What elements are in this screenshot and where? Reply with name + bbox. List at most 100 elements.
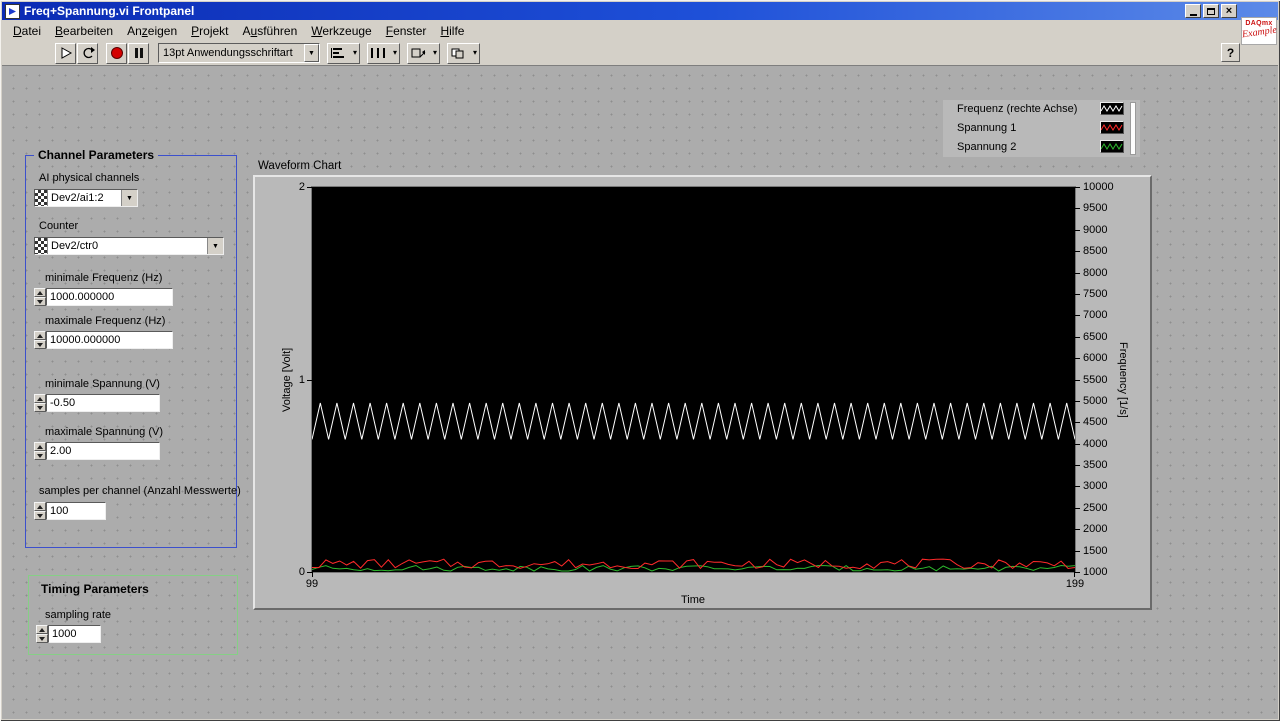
menu-werkzeuge[interactable]: Werkzeuge <box>304 22 378 40</box>
max-spannung-field[interactable]: 2.00 <box>46 442 160 460</box>
tick-mark <box>1075 551 1080 552</box>
tick-mark <box>1074 572 1075 577</box>
chevron-down-icon: ▾ <box>432 48 437 57</box>
vi-icon <box>5 3 20 19</box>
increment-decrement-spinner[interactable] <box>36 625 48 643</box>
tick-mark <box>1075 294 1080 295</box>
menu-projekt[interactable]: Projekt <box>184 22 235 40</box>
title-bar: Freq+Spannung.vi Frontpanel × <box>2 2 1278 20</box>
resize-objects-dropdown[interactable]: ▾ <box>407 42 440 64</box>
distribute-objects-dropdown[interactable]: ▾ <box>367 42 400 64</box>
counter-combo[interactable]: Dev2/ctr0 ▼ <box>34 237 224 255</box>
legend-label: Spannung 2 <box>957 141 1017 153</box>
run-button[interactable] <box>55 42 76 64</box>
increment-decrement-spinner[interactable] <box>34 442 46 460</box>
maximize-button[interactable] <box>1203 4 1219 18</box>
chart-legend: Frequenz (rechte Achse) Spannung 1 Spannun… <box>943 100 1140 157</box>
min-spannung-label: minimale Spannung (V) <box>45 378 160 390</box>
min-frequenz-label: minimale Frequenz (Hz) <box>45 272 163 284</box>
min-frequenz-control: 1000.000000 <box>34 288 173 306</box>
minimize-button[interactable] <box>1185 4 1201 18</box>
waveform-chart: 10000 9500 9000 8500 8000 7500 7000 6500 6000 550… <box>253 175 1152 610</box>
sampling-rate-label: sampling rate <box>45 609 112 621</box>
samples-per-channel-field[interactable]: 100 <box>46 502 106 520</box>
menu-anzeigen[interactable]: Anzeigen <box>120 22 184 40</box>
run-continuous-button[interactable] <box>77 42 98 64</box>
tick-mark <box>1075 315 1080 316</box>
abort-button[interactable] <box>106 42 127 64</box>
x-axis-title: Time <box>680 594 706 606</box>
close-icon: × <box>1225 5 1233 17</box>
run-icon <box>61 47 72 59</box>
tick-mark <box>1075 230 1080 231</box>
tick-mark <box>1075 208 1080 209</box>
menu-accel: F <box>385 23 394 38</box>
chart-title: Waveform Chart <box>258 160 342 172</box>
left-axis-title: Voltage [Volt] <box>281 347 293 412</box>
tick-mark <box>1075 337 1080 338</box>
menu-hilfe[interactable]: Hilfe <box>433 22 471 40</box>
increment-decrement-spinner[interactable] <box>34 331 46 349</box>
channel-parameters-title: Channel Parameters <box>34 148 159 162</box>
chevron-down-icon: ▾ <box>472 48 477 57</box>
menu-bearbeiten[interactable]: Bearbeiten <box>48 22 120 40</box>
x-tick-label: 99 <box>305 578 319 590</box>
tick-mark <box>307 572 312 573</box>
io-checker-icon <box>35 238 48 254</box>
max-spannung-label: maximale Spannung (V) <box>45 426 164 438</box>
menu-datei[interactable]: Datei <box>6 22 48 40</box>
chevron-down-icon[interactable]: ▼ <box>207 238 223 254</box>
daqmx-example-badge: DAQmx Example <box>1241 17 1278 45</box>
legend-row-spannung-2[interactable]: Spannung 2 <box>943 138 1140 157</box>
legend-plot-icon[interactable] <box>1100 121 1124 134</box>
legend-label: Spannung 1 <box>957 122 1017 134</box>
series-spannung-1 <box>312 558 1075 570</box>
min-spannung-field[interactable]: -0.50 <box>46 394 160 412</box>
tick-mark <box>1075 529 1080 530</box>
reorder-icon <box>451 48 464 59</box>
chevron-down-icon[interactable]: ▼ <box>304 44 319 62</box>
menu-fenster[interactable]: Fenster <box>379 22 434 40</box>
legend-row-frequenz-rechte-achse-[interactable]: Frequenz (rechte Achse) <box>943 100 1140 119</box>
min-frequenz-field[interactable]: 1000.000000 <box>46 288 173 306</box>
sampling-rate-field[interactable]: 1000 <box>48 625 101 643</box>
ai-physical-channels-combo[interactable]: Dev2/ai1:2 ▼ <box>34 189 138 207</box>
max-frequenz-control: 10000.000000 <box>34 331 173 349</box>
samples-per-channel-label: samples per channel (Anzahl Messwerte) <box>39 485 241 497</box>
legend-row-spannung-1[interactable]: Spannung 1 <box>943 119 1140 138</box>
increment-decrement-spinner[interactable] <box>34 288 46 306</box>
align-objects-dropdown[interactable]: ▾ <box>327 42 360 64</box>
badge-line2: Example <box>1241 24 1278 41</box>
legend-plot-icon[interactable] <box>1100 140 1124 153</box>
menu-accel: D <box>13 23 22 38</box>
sampling-rate-control: 1000 <box>36 625 101 643</box>
tick-mark <box>312 572 313 577</box>
menu-bar: Datei Bearbeiten Anzeigen Projekt Ausführen W… <box>2 20 1278 41</box>
increment-decrement-spinner[interactable] <box>34 394 46 412</box>
chevron-down-icon: ▾ <box>352 48 357 57</box>
help-button[interactable]: ? <box>1221 43 1240 62</box>
increment-decrement-spinner[interactable] <box>34 502 46 520</box>
toolbar: 13pt Anwendungsschriftart ▼ ▾ ▾ ▾ ▾ ? <box>2 41 1278 66</box>
chevron-down-icon[interactable]: ▼ <box>121 190 137 206</box>
resize-objects-icon <box>411 48 426 58</box>
reorder-dropdown[interactable]: ▾ <box>447 42 480 64</box>
counter-label: Counter <box>39 220 79 232</box>
labview-window: Freq+Spannung.vi Frontpanel × Datei Bearb… <box>0 0 1280 721</box>
max-spannung-control: 2.00 <box>34 442 160 460</box>
close-button[interactable]: × <box>1221 4 1237 18</box>
menu-ausfhren[interactable]: Ausführen <box>236 22 305 40</box>
menu-accel: u <box>250 23 258 38</box>
pause-button[interactable] <box>128 42 149 64</box>
plot-area <box>311 186 1076 573</box>
ai-physical-channels-label: AI physical channels <box>39 172 140 184</box>
menu-accel: z <box>141 23 148 38</box>
legend-plot-icon[interactable] <box>1100 102 1124 115</box>
right-axis-title: Frequency [1/s] <box>1117 341 1129 418</box>
timing-parameters-title: Timing Parameters <box>41 582 149 596</box>
max-frequenz-field[interactable]: 10000.000000 <box>46 331 173 349</box>
tick-mark <box>1075 251 1080 252</box>
counter-value: Dev2/ctr0 <box>51 240 99 252</box>
tick-mark <box>1075 273 1080 274</box>
font-selector[interactable]: 13pt Anwendungsschriftart ▼ <box>158 43 320 63</box>
